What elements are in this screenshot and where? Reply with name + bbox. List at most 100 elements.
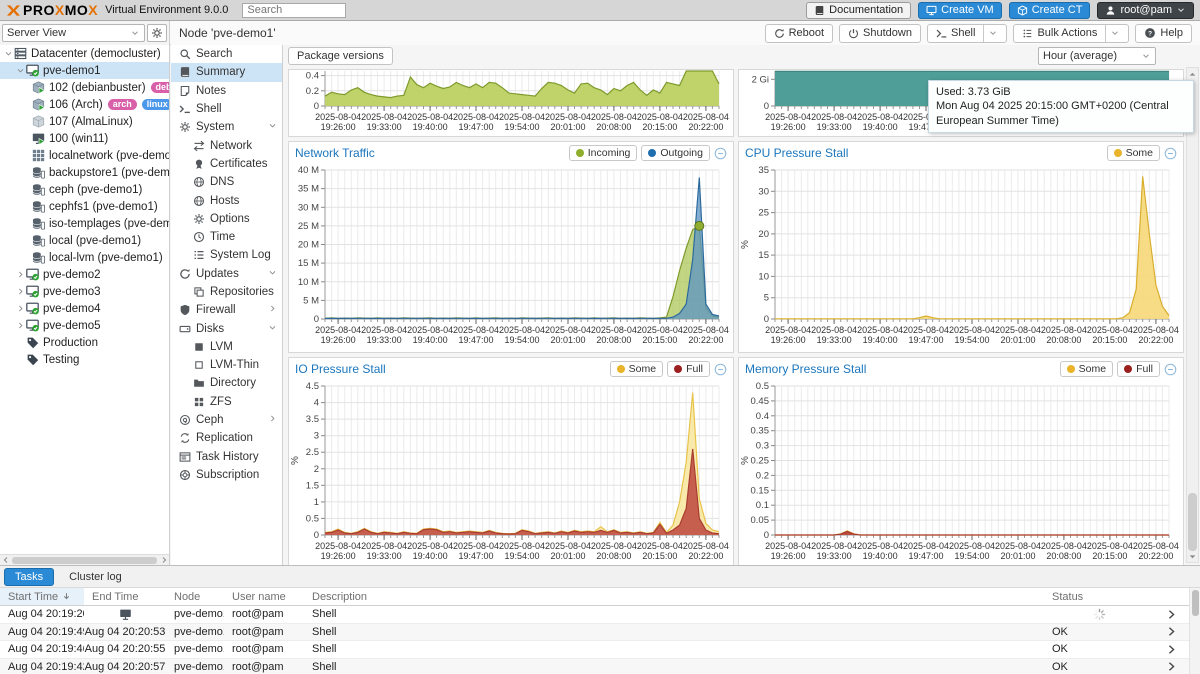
column-header-description[interactable]: Description — [304, 591, 1044, 603]
tree-item-local[interactable]: local (pve-demo1) — [0, 232, 169, 249]
chevron-down-icon[interactable] — [268, 323, 277, 335]
legend-full[interactable]: Full — [1117, 361, 1160, 377]
tree-item-107[interactable]: 107 (AlmaLinux) — [0, 113, 169, 130]
user-menu-button[interactable]: root@pam — [1097, 2, 1194, 19]
chevron-down-icon[interactable] — [268, 268, 277, 280]
chevron-down-icon[interactable] — [268, 121, 277, 133]
menu-item-options[interactable]: Options — [171, 210, 282, 228]
task-row[interactable]: Aug 04 20:19:49Aug 04 20:20:53pve-demo1r… — [0, 624, 1200, 642]
task-row[interactable]: Aug 04 20:19:42Aug 04 20:20:57pve-demo1r… — [0, 659, 1200, 674]
menu-item-summary[interactable]: Summary — [171, 63, 282, 81]
io-pressure-chart[interactable]: 00.511.522.533.544.52025-08-0419:26:0020… — [289, 380, 731, 565]
content-scrollbar-thumb[interactable] — [1188, 493, 1197, 551]
collapse-panel-icon[interactable] — [714, 363, 727, 376]
tree-item-cephfs1[interactable]: cephfs1 (pve-demo1) — [0, 198, 169, 215]
tree-item-testing[interactable]: Testing — [0, 351, 169, 368]
column-header-end-time[interactable]: End Time — [84, 591, 166, 603]
menu-item-lvm[interactable]: LVM — [171, 338, 282, 356]
tree-item-100[interactable]: 100 (win11) — [0, 130, 169, 147]
menu-item-zfs[interactable]: ZFS — [171, 393, 282, 411]
legend-outgoing[interactable]: Outgoing — [641, 145, 710, 161]
tree-item-local-lvm[interactable]: local-lvm (pve-demo1) — [0, 249, 169, 266]
chevron-right-icon[interactable] — [14, 287, 26, 296]
scroll-right-icon[interactable] — [158, 555, 169, 566]
shell-dropdown[interactable] — [983, 25, 998, 42]
menu-item-task-history[interactable]: Task History — [171, 448, 282, 466]
help-button[interactable]: ?Help — [1135, 24, 1192, 43]
menu-item-system-log[interactable]: System Log — [171, 246, 282, 264]
tree-item-102[interactable]: 102 (debianbuster)deblinux — [0, 79, 169, 96]
menu-item-system[interactable]: System — [171, 118, 282, 136]
column-header-user-name[interactable]: User name — [224, 591, 304, 603]
timeframe-select[interactable]: Hour (average) — [1038, 47, 1156, 65]
tree-scrollbar-thumb[interactable] — [12, 557, 157, 564]
menu-item-directory[interactable]: Directory — [171, 374, 282, 392]
menu-item-disks[interactable]: Disks — [171, 319, 282, 337]
tree-item-localnetwork[interactable]: localnetwork (pve-demo1) — [0, 147, 169, 164]
menu-item-updates[interactable]: Updates — [171, 265, 282, 283]
network-traffic-chart[interactable]: 05 M10 M15 M20 M25 M30 M35 M40 M2025-08-… — [289, 164, 731, 349]
tree-item-pve-demo4[interactable]: pve-demo4 — [0, 300, 169, 317]
menu-item-firewall[interactable]: Firewall — [171, 301, 282, 319]
column-header-start-time[interactable]: Start Time — [0, 588, 84, 605]
legend-some[interactable]: Some — [610, 361, 663, 377]
tree-horizontal-scrollbar[interactable] — [0, 554, 169, 565]
tree-item-pve-demo3[interactable]: pve-demo3 — [0, 283, 169, 300]
tree-item-pve-demo5[interactable]: pve-demo5 — [0, 317, 169, 334]
legend-incoming[interactable]: Incoming — [569, 145, 638, 161]
menu-item-shell[interactable]: Shell — [171, 100, 282, 118]
menu-item-hosts[interactable]: Hosts — [171, 191, 282, 209]
chevron-down-icon[interactable] — [2, 49, 14, 58]
create-vm-button[interactable]: Create VM — [918, 2, 1002, 19]
tree-item-pve-demo1[interactable]: pve-demo1 — [0, 62, 169, 79]
global-search-input[interactable] — [242, 3, 346, 18]
documentation-button[interactable]: Documentation — [806, 2, 911, 19]
shell-button[interactable]: Shell — [927, 24, 1007, 43]
chevron-right-icon[interactable] — [268, 414, 277, 426]
tasks-scrollbar[interactable] — [1189, 588, 1200, 674]
menu-item-ceph[interactable]: Ceph — [171, 411, 282, 429]
menu-item-certificates[interactable]: Certificates — [171, 155, 282, 173]
task-expand[interactable] — [1154, 609, 1188, 620]
content-scrollbar[interactable] — [1186, 67, 1199, 563]
task-row[interactable]: Aug 04 20:19:46Aug 04 20:20:55pve-demo1r… — [0, 641, 1200, 659]
menu-item-time[interactable]: Time — [171, 228, 282, 246]
menu-item-notes[interactable]: Notes — [171, 82, 282, 100]
menu-item-lvm-thin[interactable]: LVM-Thin — [171, 356, 282, 374]
collapse-panel-icon[interactable] — [1164, 147, 1177, 160]
chevron-right-icon[interactable] — [14, 270, 26, 279]
tab-cluster-log[interactable]: Cluster log — [58, 568, 133, 586]
tree-item-iso-templages[interactable]: iso-templages (pve-demo1) — [0, 215, 169, 232]
bulk-actions-button[interactable]: Bulk Actions — [1013, 24, 1129, 43]
task-expand[interactable] — [1154, 626, 1188, 637]
legend-some[interactable]: Some — [1107, 145, 1160, 161]
shutdown-button[interactable]: Shutdown — [839, 24, 921, 43]
legend-full[interactable]: Full — [667, 361, 710, 377]
menu-item-repositories[interactable]: Repositories — [171, 283, 282, 301]
tree-item-backupstore1[interactable]: backupstore1 (pve-demo1) — [0, 164, 169, 181]
reboot-button[interactable]: Reboot — [765, 24, 833, 43]
package-versions-button[interactable]: Package versions — [288, 47, 393, 65]
task-row[interactable]: Aug 04 20:19:20pve-demo1root@pamShell — [0, 606, 1200, 624]
chevron-down-icon[interactable] — [14, 66, 26, 75]
tree-item-106[interactable]: 106 (Arch)archlinux — [0, 96, 169, 113]
create-ct-button[interactable]: Create CT — [1009, 2, 1091, 19]
column-header-status[interactable]: Status — [1044, 591, 1154, 603]
tree-item-pve-demo2[interactable]: pve-demo2 — [0, 266, 169, 283]
collapse-panel-icon[interactable] — [714, 147, 727, 160]
chevron-right-icon[interactable] — [14, 304, 26, 313]
chevron-right-icon[interactable] — [268, 304, 277, 316]
view-mode-select[interactable]: Server View — [2, 24, 145, 42]
legend-some[interactable]: Some — [1060, 361, 1113, 377]
scroll-up-icon[interactable] — [1187, 68, 1198, 80]
scroll-down-icon[interactable] — [1187, 550, 1198, 562]
tasks-scrollbar-thumb[interactable] — [1192, 590, 1199, 616]
bulk-actions-dropdown[interactable] — [1105, 25, 1120, 42]
tree-item-datacenter[interactable]: Datacenter (democluster) — [0, 45, 169, 62]
scroll-left-icon[interactable] — [0, 555, 11, 566]
collapse-panel-icon[interactable] — [1164, 363, 1177, 376]
tab-tasks[interactable]: Tasks — [4, 568, 54, 586]
tree-item-production[interactable]: Production — [0, 334, 169, 351]
task-expand[interactable] — [1154, 644, 1188, 655]
cpu-pressure-chart[interactable]: 051015202530352025-08-0419:26:002025-08-… — [739, 164, 1181, 349]
